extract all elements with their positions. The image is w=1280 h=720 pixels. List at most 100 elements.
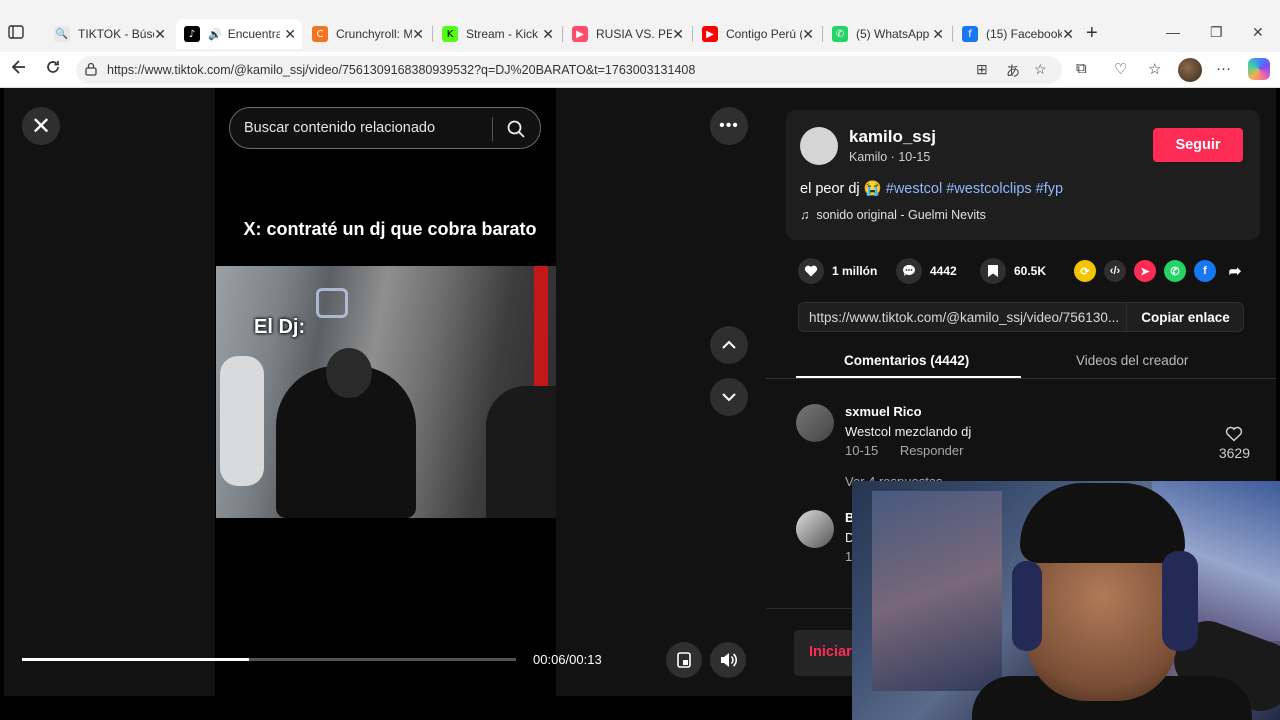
refresh-button[interactable] [44, 58, 62, 81]
comment-date: 10-15 [845, 443, 879, 458]
comment-button[interactable]: 4442 [896, 258, 957, 284]
browser-essentials-icon[interactable]: ♡ [1114, 60, 1127, 78]
link-copy-box: https://www.tiktok.com/@kamilo_ssj/video… [798, 302, 1244, 332]
bottom-strip [0, 696, 852, 720]
picture-in-picture-icon[interactable] [666, 642, 702, 678]
browser-tab[interactable]: ✆ (5) WhatsApp ✕ [824, 22, 950, 46]
search-divider [492, 117, 493, 141]
maximize-button[interactable]: ❐ [1210, 24, 1223, 41]
extensions-icon[interactable]: ⧉ [1076, 60, 1087, 77]
copilot-icon[interactable] [1248, 58, 1270, 80]
sound-link[interactable]: ♫ sonido original - Guelmi Nevits [800, 208, 986, 222]
crunchyroll-favicon-icon: C [312, 26, 328, 42]
facebook-share-icon[interactable]: f [1194, 260, 1216, 282]
share-arrow-icon[interactable]: ➦ [1224, 260, 1246, 282]
app-available-icon[interactable]: ⊞ [976, 61, 988, 78]
copy-link-button[interactable]: Copiar enlace [1126, 303, 1244, 331]
close-tab-icon[interactable]: ✕ [932, 26, 944, 43]
hashtag-link[interactable]: #westcolclips [946, 181, 1031, 197]
tab-audio-icon[interactable]: 🔊 [208, 28, 222, 41]
browser-tab[interactable]: C Crunchyroll: Mira✕ [304, 22, 430, 46]
close-tab-icon[interactable]: ✕ [802, 26, 814, 43]
browser-tab[interactable]: 🔍 TIKTOK - Búsqueda✕ [46, 22, 172, 46]
save-count: 60.5K [1014, 264, 1047, 278]
comment-icon [896, 258, 922, 284]
send-to-friend-icon[interactable]: ➤ [1134, 260, 1156, 282]
tiktok-favicon-icon: ♪ [184, 26, 200, 42]
follow-button[interactable]: Seguir [1153, 128, 1243, 162]
head-shape [326, 348, 372, 398]
embed-code-icon[interactable]: ‹/› [1104, 260, 1126, 282]
close-video-button[interactable]: ✕ [22, 107, 60, 145]
close-tab-icon[interactable]: ✕ [284, 26, 296, 43]
like-button[interactable]: 1 millón [798, 258, 877, 284]
chair-shape [220, 356, 264, 486]
heart-outline-icon [1219, 426, 1250, 445]
save-button[interactable]: 60.5K [980, 258, 1046, 284]
previous-video-button[interactable] [710, 326, 748, 364]
hashtag-link[interactable]: #fyp [1036, 181, 1063, 197]
avatar[interactable] [796, 510, 834, 548]
comment-meta: 10-15 Responder [845, 443, 981, 458]
reply-button[interactable]: Responder [900, 443, 964, 458]
browser-tab-title: TIKTOK - Búsqueda [78, 27, 154, 41]
browser-tab-title: (5) WhatsApp [856, 27, 930, 41]
url-field[interactable]: https://www.tiktok.com/@kamilo_ssj/video… [76, 56, 1062, 84]
browser-tab-title: (15) Facebook [986, 27, 1062, 41]
browser-tab[interactable]: ▶ RUSIA VS. PERÚ✕ [564, 22, 690, 46]
comment-author[interactable]: sxmuel Rico [845, 404, 922, 419]
browser-tab[interactable]: K Stream - Kick ✕ [434, 22, 560, 46]
site-info-icon[interactable] [84, 62, 98, 76]
browser-tab-title: Crunchyroll: Mira [336, 27, 412, 41]
url-text[interactable]: https://www.tiktok.com/@kamilo_ssj/video… [107, 63, 695, 77]
close-tab-icon[interactable]: ✕ [672, 26, 684, 43]
close-tab-icon[interactable]: ✕ [1062, 26, 1074, 43]
comment-count: 4442 [930, 264, 957, 278]
browser-tab-bar: 🔍TIKTOK - Búsqueda✕♪🔊Encuentra✕CCrunchyr… [0, 0, 1280, 52]
close-window-button[interactable]: ✕ [1252, 24, 1264, 41]
tab-creator-videos[interactable]: Videos del creador [1076, 353, 1188, 368]
close-tab-icon[interactable]: ✕ [154, 26, 166, 43]
second-person-shape [486, 386, 556, 518]
tab-actions-icon[interactable] [8, 24, 30, 44]
favorite-star-icon[interactable]: ☆ [1034, 61, 1047, 78]
back-button[interactable] [10, 58, 28, 81]
video-area: ✕ Buscar contenido relacionado ••• X: co… [4, 88, 766, 696]
bookmark-icon [980, 258, 1006, 284]
favorites-icon[interactable]: ☆ [1148, 60, 1161, 78]
search-favicon-icon: 🔍 [54, 26, 70, 42]
close-tab-icon[interactable]: ✕ [412, 26, 424, 43]
more-options-icon[interactable]: ••• [710, 107, 748, 145]
video-progress-bar[interactable] [22, 658, 516, 661]
avatar[interactable] [796, 404, 834, 442]
volume-icon[interactable] [710, 642, 746, 678]
close-tab-icon[interactable]: ✕ [542, 26, 554, 43]
comment-like-button[interactable]: 3629 [1219, 426, 1250, 461]
next-video-button[interactable] [710, 378, 748, 416]
author-username[interactable]: kamilo_ssj [849, 127, 936, 147]
hair-shape [1020, 483, 1185, 563]
profile-avatar[interactable] [1178, 58, 1202, 82]
translate-icon[interactable]: あ [1006, 61, 1020, 81]
tab-separator [692, 26, 693, 42]
browser-tab[interactable]: f (15) Facebook ✕ [954, 22, 1080, 46]
minimize-button[interactable]: — [1166, 24, 1180, 40]
tab-separator [432, 26, 433, 42]
browser-tab[interactable]: ♪ 🔊 Encuentra ✕ [176, 19, 302, 49]
repost-icon[interactable]: ⟳ [1074, 260, 1096, 282]
tab-separator [562, 26, 563, 42]
hashtag-link[interactable]: #westcol [886, 181, 942, 197]
related-search-input[interactable]: Buscar contenido relacionado [229, 107, 541, 149]
browser-tab[interactable]: ▶ Contigo Perú (U✕ [694, 22, 820, 46]
music-note-icon: ♫ [800, 208, 810, 222]
sound-name[interactable]: sonido original - Guelmi Nevits [816, 208, 986, 222]
whatsapp-share-icon[interactable]: ✆ [1164, 260, 1186, 282]
browser-tab-title: Stream - Kick [466, 27, 539, 41]
new-tab-button[interactable]: + [1086, 22, 1098, 45]
tab-comments[interactable]: Comentarios (4442) [844, 353, 969, 368]
video-link[interactable]: https://www.tiktok.com/@kamilo_ssj/video… [809, 310, 1119, 325]
search-icon[interactable] [506, 119, 526, 139]
search-placeholder: Buscar contenido relacionado [244, 120, 436, 136]
avatar[interactable] [800, 127, 838, 165]
settings-menu-icon[interactable]: ··· [1216, 60, 1231, 77]
